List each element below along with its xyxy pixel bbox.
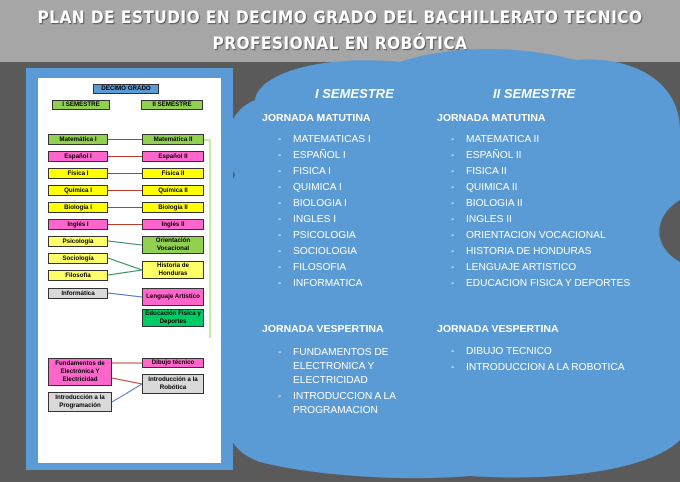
subject-item: FUNDAMENTOS DE ELECTRONICA Y ELECTRICIDA… (278, 346, 448, 388)
semester1-vespertina-heading: JORNADA VESPERTINA (262, 323, 384, 335)
subject-item: MATEMATICA II (451, 132, 630, 148)
subject-item: HISTORIA DE HONDURAS (451, 244, 630, 260)
subject-item: PSICOLOGIA (278, 228, 371, 244)
semester1-matutina-list: MATEMATICAS IESPAÑOL IFISICA IQUIMICA IB… (278, 132, 371, 292)
subject-item: BIOLOGIA I (278, 196, 371, 212)
semester2-heading: II SEMESTRE (493, 86, 576, 101)
subject-item: FISICA I (278, 164, 371, 180)
diagram-box-left: Psicología (48, 236, 108, 247)
diagram-box-tech-left: Introducción a la Programación (48, 392, 112, 412)
subject-item: QUIMICA II (451, 180, 630, 196)
diagram-box-left: Sociología (48, 253, 108, 264)
subject-item: SOCIOLOGIA (278, 244, 371, 260)
semester2-vespertina-list: DIBUJO TECNICOINTRODUCCION A LA ROBOTICA (451, 344, 625, 376)
diagram-box-right: Historia de Honduras (142, 261, 204, 279)
diagram-box-right: Física II (142, 168, 204, 179)
semester2-matutina-heading: JORNADA MATUTINA (437, 112, 546, 124)
diagram-box-right: Química II (142, 185, 204, 196)
connector-line (107, 257, 143, 271)
curriculum-diagram: DECIMO GRADO I SEMESTRE II SEMESTRE Mate… (26, 68, 233, 470)
diagram-sem2-label: II SEMESTRE (141, 100, 203, 110)
diagram-box-left: Matemática I (48, 134, 108, 145)
diagram-box-left: Física I (48, 168, 108, 179)
subject-item: FISICA II (451, 164, 630, 180)
semester1-vespertina-list: FUNDAMENTOS DE ELECTRONICA Y ELECTRICIDA… (278, 346, 448, 420)
diagram-sem1-label: I SEMESTRE (52, 100, 110, 110)
subject-item: FILOSOFIA (278, 260, 371, 276)
diagram-box-left: Química I (48, 185, 108, 196)
connector-line (111, 377, 143, 385)
diagram-box-left: Informática (48, 288, 108, 299)
subject-item: INGLES I (278, 212, 371, 228)
subject-item: BIOLOGIA II (451, 196, 630, 212)
subject-item: INTRODUCCION A LA PROGRAMACION (278, 390, 448, 418)
connector-line (107, 292, 143, 298)
diagram-box-right: Español II (142, 151, 204, 162)
subject-item: INGLES II (451, 212, 630, 228)
subject-item: INTRODUCCION A LA ROBOTICA (451, 360, 625, 376)
subject-item: INFORMATICA (278, 276, 371, 292)
diagram-box-right: Orientación Vocacional (142, 236, 204, 254)
diagram-box-right: Educación Física y Deportes (142, 309, 204, 327)
diagram-box-tech-left: Fundamentos de Electrónica Y Electricida… (48, 358, 112, 386)
subject-item: ESPAÑOL II (451, 148, 630, 164)
diagram-box-left: Inglés I (48, 219, 108, 230)
diagram-box-tech-right: Dibujo técnico (142, 358, 204, 368)
subject-item: MATEMATICAS I (278, 132, 371, 148)
diagram-box-left: Filosofía (48, 270, 108, 281)
connector-line (111, 383, 143, 403)
diagram-box-right: Inglés II (142, 219, 204, 230)
subject-item: LENGUAJE ARTISTICO (451, 260, 630, 276)
curriculum-diagram-panel: DECIMO GRADO I SEMESTRE II SEMESTRE Mate… (38, 78, 221, 463)
diagram-box-right: Matemática II (142, 134, 204, 145)
diagram-header: DECIMO GRADO (93, 84, 159, 94)
diagram-box-right: Biología II (142, 202, 204, 213)
diagram-box-left: Español I (48, 151, 108, 162)
connector-line (107, 269, 143, 276)
connector-line (107, 240, 143, 246)
semester2-matutina-list: MATEMATICA IIESPAÑOL IIFISICA IIQUIMICA … (451, 132, 630, 292)
subject-item: DIBUJO TECNICO (451, 344, 625, 360)
subject-item: ESPAÑOL I (278, 148, 371, 164)
diagram-box-tech-right: Introducción a la Robótica (142, 374, 204, 394)
subject-item: QUIMICA I (278, 180, 371, 196)
semester1-matutina-heading: JORNADA MATUTINA (262, 112, 371, 124)
subject-item: EDUCACION FISICA Y DEPORTES (451, 276, 630, 292)
diagram-box-right: Lenguaje Artístico (142, 288, 204, 306)
semester2-vespertina-heading: JORNADA VESPERTINA (437, 323, 559, 335)
diagram-box-left: Biología I (48, 202, 108, 213)
subject-item: ORIENTACION VOCACIONAL (451, 228, 630, 244)
semester1-heading: I SEMESTRE (315, 86, 394, 101)
